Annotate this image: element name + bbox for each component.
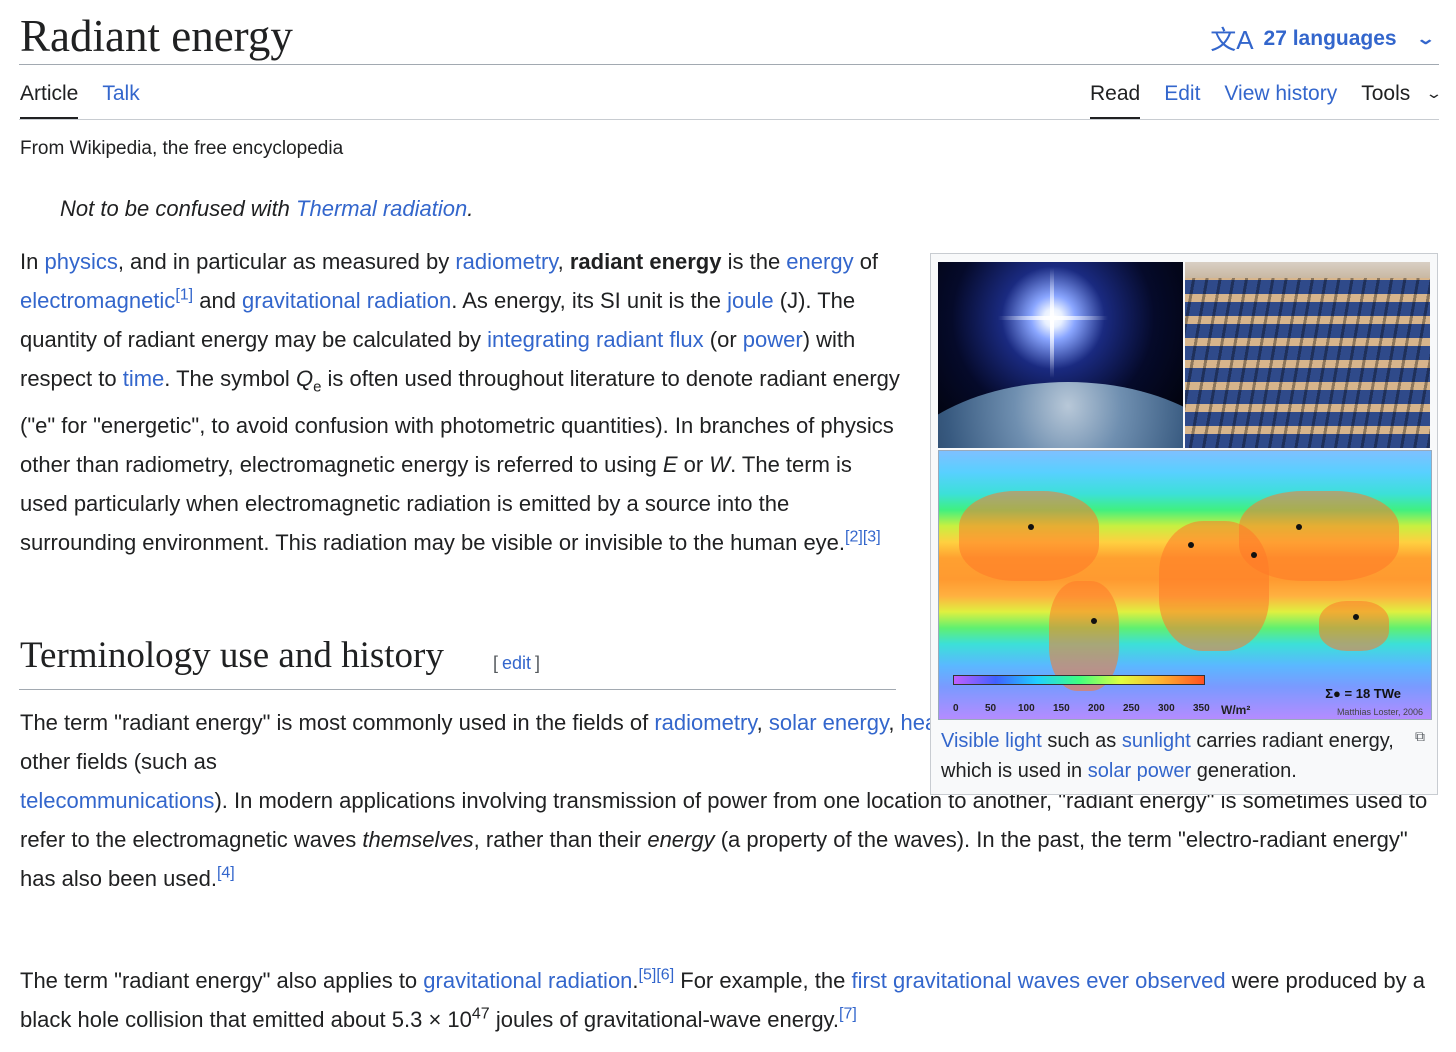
symbol-w: W [709,452,731,478]
hatnote: Not to be confused with Thermal radiatio… [60,196,473,222]
language-selector[interactable]: 文A 27 languages ⌄ [1210,20,1436,57]
enlarge-icon[interactable]: ⧉ [1415,728,1425,745]
title-divider [19,64,1439,65]
ref-3[interactable]: [3] [863,529,881,546]
tools-label: Tools [1361,82,1411,105]
hatnote-suffix: . [467,196,474,221]
desert-horizon [1185,262,1430,278]
map-marker [1251,552,1257,558]
map-credit: Matthias Loster, 2006 [1336,707,1423,717]
telecommunications-link[interactable]: telecommunications [20,788,214,813]
gravitational-radiation-link-2[interactable]: gravitational radiation [423,968,632,993]
physics-link[interactable]: physics [44,249,117,274]
gravitational-paragraph: The term "radiant energy" also applies t… [20,966,1425,1032]
ref-1[interactable]: [1] [175,287,193,304]
view-tabs: Read Edit View history Tools ⌄ [1066,82,1443,120]
first-gravitational-waves-link[interactable]: first gravitational waves ever observed [851,968,1225,993]
section-divider [19,689,896,690]
ref-4[interactable]: [4] [217,865,235,882]
thermal-radiation-link[interactable]: Thermal radiation [296,196,467,221]
map-marker [1028,524,1034,530]
power-link[interactable]: power [743,327,803,352]
symbol-e: E [662,452,678,478]
joule-link[interactable]: joule [727,288,773,313]
tab-read[interactable]: Read [1090,82,1141,120]
tab-talk[interactable]: Talk [102,82,139,118]
sun-over-earth-image[interactable] [938,262,1183,448]
section-edit: [edit] [493,653,541,673]
continent-shape [1239,491,1399,581]
radiometry-link[interactable]: radiometry [455,249,557,274]
map-marker [1296,524,1302,530]
map-marker [1353,614,1359,620]
ref-6[interactable]: [6] [656,967,674,984]
sun-ray [998,316,1108,320]
solar-power-link[interactable]: solar power [1088,760,1191,782]
integrating-radiant-flux-link[interactable]: integrating radiant flux [487,327,703,352]
energy-link[interactable]: energy [786,249,853,274]
italic-themselves: themselves [362,827,474,852]
radiometry-link-2[interactable]: radiometry [654,710,756,735]
time-link[interactable]: time [123,366,165,391]
translate-icon: 文A [1210,25,1254,55]
section-edit-link[interactable]: edit [502,653,531,673]
italic-energy: energy [647,827,715,852]
tab-article[interactable]: Article [20,82,79,120]
sunlight-link[interactable]: sunlight [1122,730,1191,752]
ref-2[interactable]: [2] [845,529,863,546]
figure-caption: Visible light such as sunlight carries r… [941,730,1394,782]
map-marker [1091,618,1097,624]
continent-shape [1319,601,1389,651]
total-label: Σ● = 18 TWe [1325,686,1401,701]
visible-light-link[interactable]: Visible light [941,730,1042,752]
earth-horizon [938,382,1183,448]
intro-paragraph: In physics, and in particular as measure… [20,249,900,556]
color-scale-bar [953,675,1205,685]
sun-ray [1050,268,1054,378]
hatnote-prefix: Not to be confused with [60,196,297,221]
tabs-divider [19,119,1439,120]
solar-panels-image[interactable] [1185,262,1430,448]
tools-menu[interactable]: Tools ⌄ [1361,82,1443,118]
section-heading: Terminology use and history [20,635,444,676]
continent-shape [959,491,1099,581]
solar-irradiance-map-image[interactable]: 0 50 100 150 200 250 300 350 W/m² Σ● = 1… [938,450,1432,720]
infobox-figure: 0 50 100 150 200 250 300 350 W/m² Σ● = 1… [930,253,1438,795]
namespace-tabs: Article Talk [20,82,164,120]
chevron-down-icon: ⌄ [1415,30,1436,48]
chevron-down-icon: ⌄ [1425,85,1443,101]
symbol-q: Q [295,366,314,391]
map-marker [1188,542,1194,548]
bold-term: radiant energy [569,249,722,274]
languages-label: 27 languages [1263,26,1397,50]
page-title: Radiant energy [20,11,293,61]
tab-view-history[interactable]: View history [1224,82,1337,118]
tab-edit[interactable]: Edit [1164,82,1200,118]
electromagnetic-link[interactable]: electromagnetic [20,288,175,313]
ref-7[interactable]: [7] [839,1006,857,1023]
exponent: 47 [471,1005,490,1023]
solar-energy-link[interactable]: solar energy [769,710,888,735]
gravitational-radiation-link[interactable]: gravitational radiation [242,288,451,313]
site-tagline: From Wikipedia, the free encyclopedia [20,138,344,159]
ref-5[interactable]: [5] [639,967,657,984]
